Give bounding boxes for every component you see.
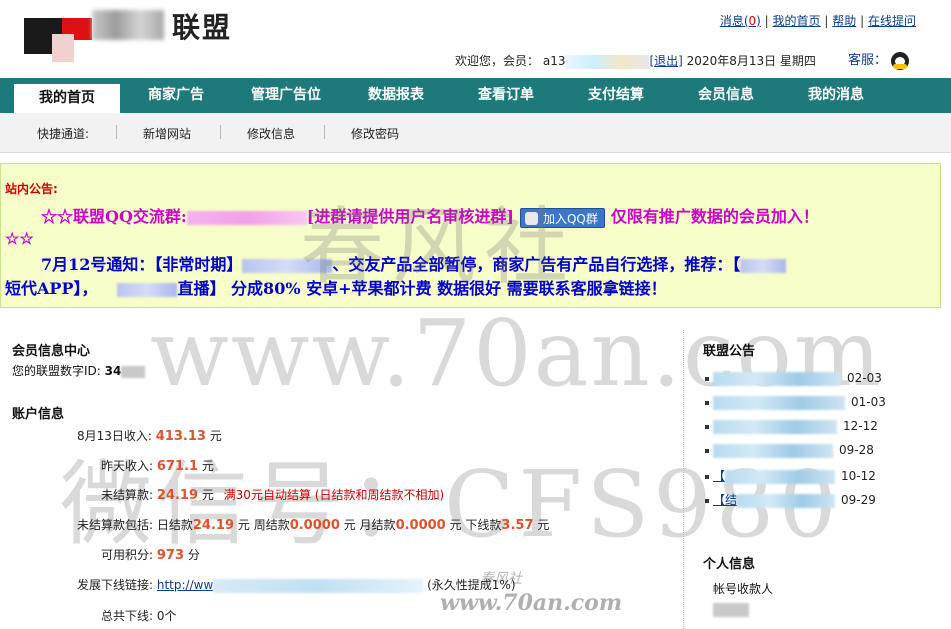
top-links: 消息(0) | 我的首页 | 帮助 | 在线提问 bbox=[719, 14, 916, 28]
messages-link[interactable]: 消息(0) bbox=[720, 14, 761, 28]
bullet-icon bbox=[705, 498, 709, 503]
quick-access-label: 快捷通道: bbox=[37, 127, 90, 141]
watermark-url: www.70an.com bbox=[150, 300, 884, 407]
member-id: 您的联盟数字ID: 34 bbox=[12, 362, 146, 379]
quick-access-bar: 快捷通道: 新增网站 修改信息 修改密码 bbox=[0, 113, 951, 153]
notice-line-stars: ☆☆ bbox=[5, 229, 34, 248]
notice-redaction bbox=[117, 282, 178, 297]
current-date: 2020年8月13日 星期四 bbox=[686, 54, 816, 68]
today-income-row: 8月13日收入: 413.13 元 bbox=[77, 429, 222, 444]
account-info-title: 账户信息 bbox=[12, 407, 65, 422]
announcement-item[interactable]: 09-28 bbox=[705, 443, 874, 458]
join-qq-group-button[interactable]: 加入QQ群 bbox=[519, 207, 605, 228]
tab-merchant-ads[interactable]: 商家广告 bbox=[121, 78, 231, 113]
notice-title: 站内公告: bbox=[5, 182, 58, 196]
edit-info-link[interactable]: 修改信息 bbox=[247, 125, 295, 142]
settlement-note: 满30元自动结算 (日结款和周结款不相加) bbox=[223, 488, 445, 502]
announcement-item[interactable]: 02-03 bbox=[705, 371, 882, 386]
announcement-item[interactable]: 【10-12 bbox=[705, 467, 876, 484]
unsettled-breakdown-row: 未结算款包括: 日结款24.19 元 周结款0.0000 元 月结款0.0000… bbox=[77, 518, 550, 533]
bullet-icon bbox=[705, 424, 709, 429]
bullet-icon bbox=[705, 474, 709, 479]
announcement-title-redaction[interactable] bbox=[713, 419, 837, 434]
referral-link-redaction bbox=[213, 578, 424, 593]
tab-my-messages[interactable]: 我的消息 bbox=[781, 78, 891, 113]
username: a13 bbox=[542, 54, 566, 68]
account-payee-label: 帐号收款人 bbox=[713, 582, 774, 596]
username-redaction bbox=[565, 54, 650, 69]
column-divider bbox=[683, 330, 684, 629]
referral-note: (永久性提成1%) bbox=[427, 578, 516, 592]
subnav-divider bbox=[220, 125, 221, 139]
logo-redacted-text bbox=[92, 10, 164, 40]
announcements-title: 联盟公告 bbox=[703, 344, 756, 359]
qq-group-number-redaction bbox=[186, 210, 307, 225]
customer-service[interactable]: 客服： bbox=[848, 49, 910, 70]
bullet-icon bbox=[705, 400, 709, 405]
payee-redaction bbox=[713, 603, 749, 617]
daily-settlement-value: 24.19 bbox=[192, 518, 235, 533]
tab-data-reports[interactable]: 数据报表 bbox=[341, 78, 451, 113]
site-logo[interactable]: 联盟 bbox=[22, 4, 252, 70]
subnav-divider bbox=[116, 125, 117, 139]
help-link[interactable]: 帮助 bbox=[832, 14, 856, 28]
points-row: 可用积分: 973 分 bbox=[101, 548, 200, 563]
tab-view-orders[interactable]: 查看订单 bbox=[451, 78, 561, 113]
yesterday-income-row: 昨天收入: 671.1 元 bbox=[101, 459, 214, 474]
monthly-settlement-value: 0.0000 bbox=[395, 518, 446, 533]
qq-icon[interactable] bbox=[891, 51, 910, 70]
change-password-link[interactable]: 修改密码 bbox=[351, 125, 399, 142]
tab-member-info[interactable]: 会员信息 bbox=[671, 78, 781, 113]
tab-manage-ad-slots[interactable]: 管理广告位 bbox=[231, 78, 341, 113]
announcement-title-redaction[interactable] bbox=[737, 493, 836, 508]
notice-redaction bbox=[740, 258, 787, 273]
referral-link[interactable]: http://ww bbox=[157, 578, 213, 592]
total-downline-row: 总共下线: 0个 bbox=[101, 609, 177, 623]
personal-info-title: 个人信息 bbox=[703, 557, 756, 572]
bullet-icon bbox=[705, 448, 709, 453]
tab-my-home[interactable]: 我的首页 bbox=[14, 84, 120, 113]
online-qa-link[interactable]: 在线提问 bbox=[868, 14, 916, 28]
announcement-title-redaction[interactable] bbox=[713, 443, 833, 458]
announcement-title-redaction[interactable] bbox=[713, 395, 845, 410]
weekly-settlement-value: 0.0000 bbox=[289, 518, 340, 533]
announcement-item[interactable]: 01-03 bbox=[705, 395, 886, 410]
announcement-item[interactable]: 12-12 bbox=[705, 419, 878, 434]
tab-payment-settlement[interactable]: 支付结算 bbox=[561, 78, 671, 113]
welcome-bar: 欢迎您，会员： a13 [退出] 2020年8月13日 星期四 bbox=[455, 54, 816, 69]
add-website-link[interactable]: 新增网站 bbox=[143, 125, 191, 142]
subnav-divider bbox=[324, 125, 325, 139]
notice-line-july: 7月12号通知：【非常时期】 、交友产品全部暂停，商家广告有产品自行选择，推荐：【 bbox=[41, 251, 787, 275]
main-nav: 我的首页 商家广告 管理广告位 数据报表 查看订单 支付结算 会员信息 我的消息 bbox=[0, 78, 951, 113]
member-id-redaction bbox=[121, 365, 146, 378]
today-income-value: 413.13 bbox=[155, 429, 206, 444]
announcement-item[interactable]: 【结 09-29 bbox=[705, 491, 876, 508]
watermark-small-url: www.70an.com bbox=[440, 590, 623, 616]
unsettled-value: 24.19 bbox=[156, 488, 198, 503]
bullet-icon bbox=[705, 376, 709, 381]
unsettled-row: 未结算款: 24.19 元 满30元自动结算 (日结款和周结款不相加) bbox=[101, 488, 445, 503]
site-notice: 站内公告: ☆☆联盟QQ交流群: [进群请提供用户名审核进群] 加入QQ群 仅限有推广… bbox=[0, 163, 941, 308]
points-value: 973 bbox=[156, 548, 185, 563]
notice-line-qq-group: ☆☆联盟QQ交流群: [进群请提供用户名审核进群] 加入QQ群 仅限有推广数据的会员加… bbox=[41, 207, 819, 228]
referral-link-row: 发展下线链接: http://ww (永久性提成1%) bbox=[77, 578, 516, 593]
notice-redaction bbox=[242, 258, 333, 273]
logo-mark-pink bbox=[52, 34, 74, 62]
member-center-title: 会员信息中心 bbox=[12, 344, 91, 359]
notice-line-recommend: 短代APP】， 直播】 分成80% 安卓+苹果都计费 数据很好 需要联系客服拿链接… bbox=[5, 279, 667, 298]
downline-settlement-value: 3.57 bbox=[501, 518, 534, 533]
announcement-title-redaction[interactable] bbox=[725, 469, 836, 484]
my-home-link[interactable]: 我的首页 bbox=[773, 14, 821, 28]
announcement-title-redaction[interactable] bbox=[713, 371, 841, 386]
logo-site-name: 联盟 bbox=[172, 11, 233, 44]
yesterday-income-value: 671.1 bbox=[156, 459, 198, 474]
total-downline-value: 0个 bbox=[156, 609, 177, 623]
logout-link[interactable]: [退出] bbox=[649, 54, 682, 68]
